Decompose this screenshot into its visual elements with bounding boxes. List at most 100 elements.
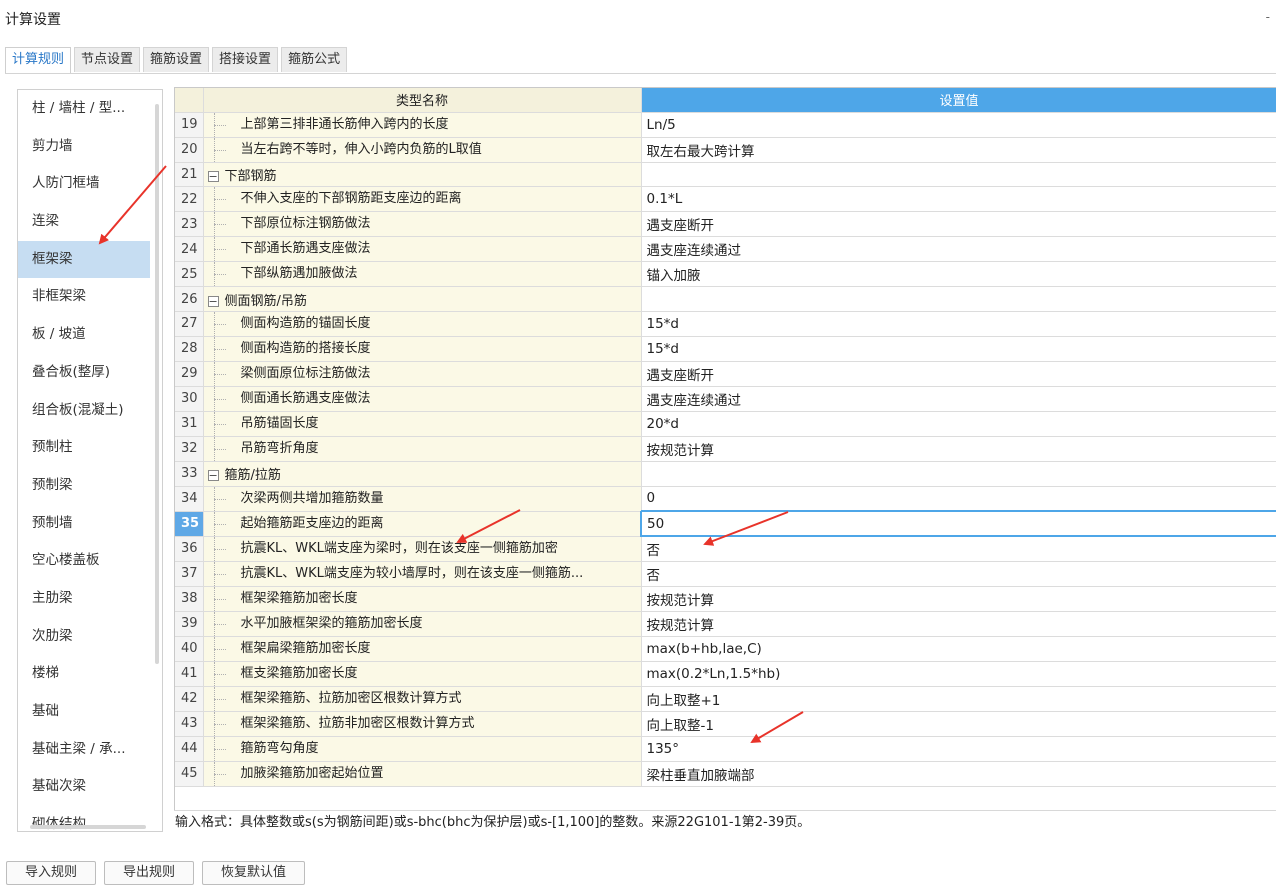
grid-row[interactable]: 43 框架梁箍筋、拉筋非加密区根数计算方式 向上取整-1 <box>175 711 1276 737</box>
row-number: 31 <box>175 411 204 437</box>
component-type-list[interactable]: 柱 / 墙柱 / 型... 剪力墙 人防门框墙 连梁 框架梁 非框架梁板 / 坡道 叠合板(… <box>17 89 163 832</box>
setting-name-label: 抗震KL、WKL端支座为梁时，则在该支座一侧箍筋加密 <box>240 540 558 556</box>
export-rules-button[interactable]: 导出规则 <box>104 861 195 885</box>
sidebar-item[interactable]: 预制柱 <box>18 429 138 467</box>
grid-row[interactable]: 37 抗震KL、WKL端支座为较小墙厚时，则在该支座一侧箍筋... 否 <box>175 561 1276 587</box>
grid-row[interactable]: 32 吊筋弯折角度 按规范计算 <box>175 436 1276 462</box>
tab-calc-rules[interactable]: 计算规则 <box>5 47 72 74</box>
grid-row[interactable]: 38 框架梁箍筋加密长度 按规范计算 <box>175 586 1276 612</box>
setting-value-cell[interactable] <box>641 286 1276 312</box>
sidebar-item[interactable]: 连梁 <box>18 203 138 241</box>
grid-row[interactable]: 22 不伸入支座的下部钢筋距支座边的距离 0.1*L <box>175 186 1276 213</box>
import-rules-button[interactable]: 导入规则 <box>6 861 97 885</box>
setting-name-label: 框架扁梁箍筋加密长度 <box>240 640 371 656</box>
sidebar-item[interactable]: 框架梁 <box>18 240 150 279</box>
setting-value-cell[interactable]: 按规范计算 <box>641 586 1276 612</box>
tree-connector-icon <box>204 436 226 461</box>
tab-lap-settings[interactable]: 搭接设置 <box>212 47 279 72</box>
setting-value-cell[interactable]: 15*d <box>641 311 1276 337</box>
setting-value-cell[interactable]: 否 <box>641 561 1276 587</box>
sidebar-item[interactable]: 基础 <box>18 693 138 731</box>
setting-value-cell[interactable]: 遇支座连续通过 <box>641 386 1276 412</box>
tab-node-settings[interactable]: 节点设置 <box>74 47 141 72</box>
sidebar-item[interactable]: 板 / 坡道 <box>18 316 138 354</box>
sidebar-item[interactable]: 剪力墙 <box>18 128 138 166</box>
grid-row[interactable]: 33− 箍筋/拉筋 <box>175 461 1276 487</box>
setting-value-cell[interactable]: 向上取整+1 <box>641 686 1276 712</box>
sidebar-item[interactable]: 柱 / 墙柱 / 型... <box>18 90 138 128</box>
grid-row[interactable]: 24 下部通长筋遇支座做法 遇支座连续通过 <box>175 236 1276 263</box>
grid-row[interactable]: 29 梁侧面原位标注筋做法 遇支座断开 <box>175 361 1276 387</box>
grid-row[interactable]: 45 加腋梁箍筋加密起始位置 梁柱垂直加腋端部 <box>175 761 1276 787</box>
sidebar-item[interactable]: 基础主梁 / 承... <box>18 731 138 769</box>
setting-name-cell: 抗震KL、WKL端支座为梁时，则在该支座一侧箍筋加密 <box>203 536 642 562</box>
setting-name-label: 次梁两侧共增加箍筋数量 <box>240 490 384 506</box>
sidebar-item[interactable]: 叠合板(整厚) <box>18 354 138 392</box>
grid-row[interactable]: 41 框支梁箍筋加密长度 max(0.2*Ln,1.5*hb) <box>175 661 1276 687</box>
setting-value-cell[interactable]: 否 <box>641 536 1276 562</box>
setting-value-cell[interactable]: 取左右最大跨计算 <box>641 137 1276 163</box>
grid-row[interactable]: 30 侧面通长筋遇支座做法 遇支座连续通过 <box>175 386 1276 412</box>
grid-row[interactable]: 28 侧面构造筋的搭接长度 15*d <box>175 336 1276 362</box>
setting-value-cell[interactable]: 遇支座连续通过 <box>641 236 1276 263</box>
sidebar-item[interactable]: 预制墙 <box>18 505 138 543</box>
setting-value-cell[interactable]: 遇支座断开 <box>641 361 1276 387</box>
sidebar-item[interactable]: 楼梯 <box>18 655 138 693</box>
sidebar-item[interactable]: 主肋梁 <box>18 580 138 618</box>
tab-stirrup-formula[interactable]: 箍筋公式 <box>281 47 348 72</box>
setting-value-cell[interactable]: 135° <box>641 736 1276 762</box>
setting-value-cell[interactable]: 0.1*L <box>641 186 1276 213</box>
grid-row[interactable]: 35 起始箍筋距支座边的距离 50 <box>175 510 1276 538</box>
setting-value-cell[interactable] <box>641 461 1276 487</box>
setting-value-cell[interactable]: max(0.2*Ln,1.5*hb) <box>641 661 1276 687</box>
grid-row[interactable]: 19 上部第三排非通长筋伸入跨内的长度 Ln/5 <box>175 112 1276 138</box>
sidebar-item[interactable]: 基础次梁 <box>18 768 138 806</box>
sidebar-item[interactable]: 预制梁 <box>18 467 138 505</box>
collapse-toggle-icon[interactable]: − <box>207 170 219 182</box>
setting-name-label: 箍筋弯勾角度 <box>240 740 319 756</box>
setting-value-cell[interactable]: 15*d <box>641 336 1276 362</box>
setting-value-editor[interactable]: 50 <box>640 510 1276 538</box>
sidebar-item[interactable]: 空心楼盖板 <box>18 542 138 580</box>
setting-name-label: 起始箍筋距支座边的距离 <box>240 515 384 531</box>
group-name-cell: − 下部钢筋 <box>203 162 642 188</box>
row-number: 20 <box>175 137 204 163</box>
grid-row[interactable]: 42 框架梁箍筋、拉筋加密区根数计算方式 向上取整+1 <box>175 686 1276 712</box>
sidebar-item[interactable]: 非框架梁 <box>18 278 138 316</box>
grid-row[interactable]: 21− 下部钢筋 <box>175 162 1276 188</box>
sidebar-item[interactable]: 人防门框墙 <box>18 165 138 203</box>
setting-value-cell[interactable] <box>641 162 1276 188</box>
minimize-button[interactable]: - <box>1266 10 1270 24</box>
setting-value-cell[interactable]: Ln/5 <box>641 112 1276 138</box>
restore-defaults-button[interactable]: 恢复默认值 <box>202 861 306 885</box>
sidebar-scrollbar[interactable] <box>155 104 159 664</box>
sidebar-item[interactable]: 组合板(混凝土) <box>18 392 138 430</box>
grid-row[interactable]: 34 次梁两侧共增加箍筋数量 0 <box>175 486 1276 512</box>
setting-value-cell[interactable]: 梁柱垂直加腋端部 <box>641 761 1276 787</box>
grid-row[interactable]: 23 下部原位标注钢筋做法 遇支座断开 <box>175 211 1276 238</box>
setting-value-cell[interactable]: 按规范计算 <box>641 436 1276 462</box>
grid-row[interactable]: 27 侧面构造筋的锚固长度 15*d <box>175 311 1276 337</box>
grid-row[interactable]: 25 下部纵筋遇加腋做法 锚入加腋 <box>175 261 1276 288</box>
setting-value-cell[interactable]: 锚入加腋 <box>641 261 1276 288</box>
grid-row[interactable]: 44 箍筋弯勾角度 135° <box>175 736 1276 762</box>
grid-row[interactable]: 26− 侧面钢筋/吊筋 <box>175 286 1276 312</box>
grid-row[interactable]: 39 水平加腋框架梁的箍筋加密长度 按规范计算 <box>175 611 1276 637</box>
setting-value-cell[interactable]: 遇支座断开 <box>641 211 1276 238</box>
setting-value-cell[interactable]: 20*d <box>641 411 1276 437</box>
sidebar-horizontal-scrollbar[interactable] <box>30 825 146 829</box>
setting-name-label: 框架梁箍筋、拉筋加密区根数计算方式 <box>240 690 462 706</box>
grid-row[interactable]: 31 吊筋锚固长度 20*d <box>175 411 1276 437</box>
grid-row[interactable]: 36 抗震KL、WKL端支座为梁时，则在该支座一侧箍筋加密 否 <box>175 536 1276 562</box>
setting-value-cell[interactable]: 0 <box>641 486 1276 512</box>
sidebar-item[interactable]: 次肋梁 <box>18 618 138 656</box>
setting-name-label: 抗震KL、WKL端支座为较小墙厚时，则在该支座一侧箍筋... <box>240 565 584 581</box>
grid-row[interactable]: 20 当左右跨不等时，伸入小跨内负筋的L取值 取左右最大跨计算 <box>175 137 1276 163</box>
tab-stirrup-settings[interactable]: 箍筋设置 <box>143 47 210 72</box>
setting-value-cell[interactable]: 按规范计算 <box>641 611 1276 637</box>
collapse-toggle-icon[interactable]: − <box>207 470 219 482</box>
collapse-toggle-icon[interactable]: − <box>207 295 219 307</box>
setting-value-cell[interactable]: 向上取整-1 <box>641 711 1276 737</box>
grid-row[interactable]: 40 框架扁梁箍筋加密长度 max(b+hb,lae,C) <box>175 636 1276 662</box>
setting-value-cell[interactable]: max(b+hb,lae,C) <box>641 636 1276 662</box>
